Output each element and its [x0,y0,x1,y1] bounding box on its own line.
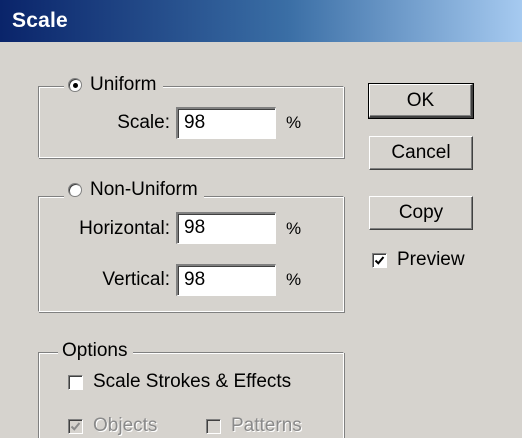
preview-label: Preview [397,249,465,270]
ok-button[interactable]: OK [368,83,474,119]
non-uniform-radio[interactable]: Non-Uniform [64,178,204,202]
objects-checkbox-row: Objects [68,414,157,438]
options-legend: Options [58,339,134,363]
uniform-radio-button[interactable] [68,78,82,92]
vertical-percent-label: % [286,270,302,289]
title-bar[interactable]: Scale [0,0,522,42]
options-label: Options [62,340,128,361]
uniform-label: Uniform [90,74,157,95]
patterns-checkbox [206,418,221,434]
objects-checkbox [68,418,83,434]
preview-checkbox[interactable] [372,252,387,268]
scale-strokes-checkbox[interactable] [68,374,83,390]
horizontal-input[interactable]: 98 [176,212,276,244]
horizontal-percent-label: % [286,219,302,238]
preview-checkbox-row[interactable]: Preview [372,248,465,272]
patterns-checkbox-row: Patterns [206,414,302,438]
scale-strokes-checkbox-row[interactable]: Scale Strokes & Effects [68,370,291,394]
cancel-button[interactable]: Cancel [369,136,473,170]
scale-percent-label: % [286,113,302,132]
copy-button[interactable]: Copy [369,196,473,230]
patterns-label: Patterns [231,415,302,436]
horizontal-label: Horizontal: [79,218,170,239]
vertical-input[interactable]: 98 [176,264,276,296]
scale-input[interactable]: 98 [176,107,276,139]
scale-strokes-label: Scale Strokes & Effects [93,371,292,392]
scale-dialog: Scale Uniform Scale: 98 % Non-Uniform Ho… [0,0,522,438]
scale-label: Scale: [117,112,170,133]
vertical-label: Vertical: [102,269,170,290]
non-uniform-radio-button[interactable] [68,183,82,197]
window-title: Scale [12,9,68,32]
uniform-radio[interactable]: Uniform [64,73,163,97]
non-uniform-label: Non-Uniform [90,179,198,200]
checkmark-icon [374,255,385,265]
checkmark-icon [70,421,81,431]
objects-label: Objects [93,415,158,436]
